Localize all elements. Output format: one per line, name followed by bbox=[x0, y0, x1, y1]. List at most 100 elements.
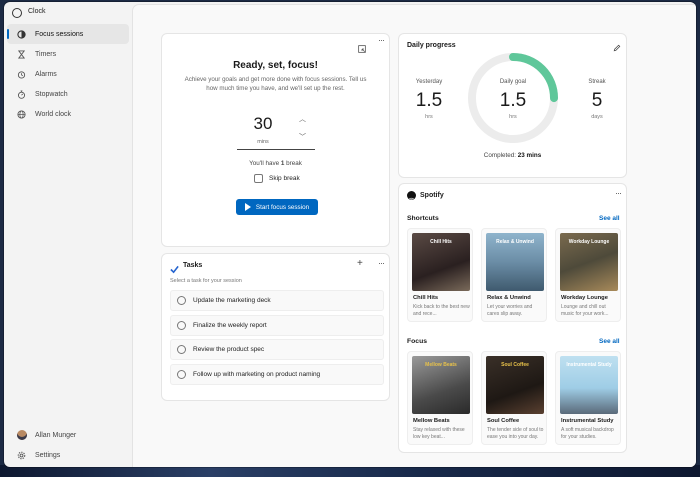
add-task-icon[interactable]: + bbox=[357, 258, 363, 269]
album-description: Stay relaxed with these low key beat... bbox=[413, 427, 465, 440]
sidebar-item-label: Settings bbox=[35, 451, 61, 459]
user-account[interactable]: Allan Munger bbox=[7, 425, 129, 445]
album-name: Workday Lounge bbox=[561, 295, 608, 301]
task-label: Review the product spec bbox=[193, 346, 265, 353]
sidebar-item-world-clock[interactable]: World clock bbox=[7, 104, 129, 124]
album-name: Relax & Unwind bbox=[487, 295, 531, 301]
album-description: Lounge and chill out music for your work… bbox=[561, 304, 609, 317]
sidebar-item-stopwatch[interactable]: Stopwatch bbox=[7, 84, 129, 104]
album-description: Kick back to the best new and rece... bbox=[413, 304, 470, 317]
yesterday-label: Yesterday bbox=[415, 79, 443, 85]
more-options-icon[interactable]: ··· bbox=[378, 258, 385, 268]
daily-progress-card: Daily progress Yesterday 1.5 hrs Daily g… bbox=[398, 33, 627, 178]
avatar bbox=[17, 430, 27, 440]
todo-check-icon bbox=[170, 261, 179, 279]
task-label: Follow up with marketing on product nami… bbox=[193, 371, 321, 378]
task-item[interactable]: Finalize the weekly report bbox=[170, 315, 384, 336]
start-focus-button[interactable]: Start focus session bbox=[236, 199, 318, 215]
album-name: Mellow Beats bbox=[413, 418, 450, 424]
sidebar-item-focus-sessions[interactable]: Focus sessions bbox=[7, 24, 129, 44]
album-art-text: Chill Hits bbox=[430, 239, 452, 245]
more-options-icon[interactable]: ··· bbox=[615, 188, 622, 198]
task-label: Finalize the weekly report bbox=[193, 322, 267, 329]
play-icon bbox=[244, 203, 251, 211]
skip-break-checkbox[interactable]: Skip break bbox=[254, 174, 300, 183]
stopwatch-icon bbox=[17, 89, 26, 99]
tasks-card: Tasks + ··· Select a task for your sessi… bbox=[161, 253, 390, 401]
spotify-icon bbox=[407, 191, 416, 202]
completed-value: 23 mins bbox=[517, 152, 542, 159]
minutes-stepper[interactable]: 30 mins ︿ ﹀ bbox=[237, 110, 315, 150]
sidebar: Focus sessions Timers Alarms Stopwatch W… bbox=[4, 24, 132, 467]
album-art: Soul Coffee bbox=[486, 356, 544, 414]
shortcuts-see-all-link[interactable]: See all bbox=[599, 215, 620, 222]
completed-label: Completed: bbox=[483, 152, 518, 159]
clock-app-icon bbox=[12, 8, 22, 18]
more-options-icon[interactable]: ··· bbox=[378, 35, 385, 45]
daily-progress-title: Daily progress bbox=[407, 42, 456, 49]
streak-unit: days bbox=[591, 114, 603, 120]
tasks-title: Tasks bbox=[183, 262, 203, 269]
album-tile[interactable]: Soul Coffee Soul Coffee The tender side … bbox=[481, 351, 547, 445]
focus-see-all-link[interactable]: See all bbox=[599, 338, 620, 345]
yesterday-unit: hrs bbox=[425, 114, 433, 120]
album-art-text: Workday Lounge bbox=[568, 239, 610, 245]
completed-time: Completed: 23 mins bbox=[399, 152, 626, 159]
chevron-down-icon[interactable]: ﹀ bbox=[299, 132, 306, 142]
sidebar-item-alarms[interactable]: Alarms bbox=[7, 64, 129, 84]
focus-session-card: ··· Ready, set, focus! Achieve your goal… bbox=[161, 33, 390, 247]
album-name: Soul Coffee bbox=[487, 418, 520, 424]
alarm-icon bbox=[17, 70, 26, 79]
task-item[interactable]: Review the product spec bbox=[170, 339, 384, 360]
task-radio[interactable] bbox=[177, 370, 186, 379]
sidebar-item-label: Focus sessions bbox=[35, 30, 84, 38]
album-tile[interactable]: Workday Lounge Workday Lounge Lounge and… bbox=[555, 228, 621, 322]
sidebar-item-timers[interactable]: Timers bbox=[7, 44, 129, 64]
daily-goal-value: 1.5 bbox=[499, 90, 527, 111]
sidebar-footer: Allan Munger Settings bbox=[7, 425, 129, 467]
sidebar-item-label: World clock bbox=[35, 110, 72, 118]
minutes-unit: mins bbox=[257, 139, 269, 145]
focus-playlists-title: Focus bbox=[407, 338, 428, 345]
album-tile[interactable]: Chill Hits Chill Hits Kick back to the b… bbox=[407, 228, 473, 322]
streak-value: 5 bbox=[591, 90, 603, 111]
focus-heading: Ready, set, focus! bbox=[233, 60, 318, 71]
album-art: Mellow Beats bbox=[412, 356, 470, 414]
task-radio[interactable] bbox=[177, 296, 186, 305]
timer-icon bbox=[17, 49, 26, 59]
album-name: Instrumental Study bbox=[561, 418, 614, 424]
user-name: Allan Munger bbox=[35, 431, 77, 439]
album-tile[interactable]: Instrumental Study Instrumental Study A … bbox=[555, 351, 621, 445]
album-art-text: Mellow Beats bbox=[425, 362, 457, 368]
album-description: The tender side of soul to ease you into… bbox=[487, 427, 544, 440]
daily-goal-label: Daily goal bbox=[499, 79, 527, 85]
sidebar-item-label: Stopwatch bbox=[35, 90, 68, 98]
globe-icon bbox=[17, 109, 26, 119]
task-item[interactable]: Update the marketing deck bbox=[170, 290, 384, 311]
edit-icon[interactable] bbox=[613, 39, 621, 57]
chevron-up-icon[interactable]: ︿ bbox=[299, 114, 306, 124]
task-item[interactable]: Follow up with marketing on product nami… bbox=[170, 364, 384, 385]
minutes-value[interactable]: 30 bbox=[237, 114, 289, 134]
streak-label: Streak bbox=[588, 79, 606, 85]
album-tile[interactable]: Relax & Unwind Relax & Unwind Let your w… bbox=[481, 228, 547, 322]
task-hint: Select a task for your session bbox=[170, 278, 242, 284]
task-radio[interactable] bbox=[177, 345, 186, 354]
app-title: Clock bbox=[28, 8, 46, 15]
task-radio[interactable] bbox=[177, 321, 186, 330]
album-name: Chill Hits bbox=[413, 295, 439, 301]
compact-view-icon[interactable] bbox=[358, 40, 366, 53]
album-tile[interactable]: Mellow Beats Mellow Beats Stay relaxed w… bbox=[407, 351, 473, 445]
sidebar-item-settings[interactable]: Settings bbox=[7, 445, 129, 465]
album-art-text: Instrumental Study bbox=[566, 362, 612, 368]
album-art-text: Soul Coffee bbox=[501, 362, 529, 368]
sidebar-item-label: Alarms bbox=[35, 70, 57, 78]
focus-icon bbox=[17, 29, 26, 39]
break-suffix: break bbox=[284, 160, 302, 167]
checkbox[interactable] bbox=[254, 174, 263, 183]
start-focus-label: Start focus session bbox=[255, 203, 310, 211]
break-info: You'll have 1 break bbox=[162, 160, 389, 167]
gear-icon bbox=[17, 451, 26, 460]
focus-subtitle: Achieve your goals and get more done wit… bbox=[184, 76, 367, 92]
album-art-text: Relax & Unwind bbox=[496, 239, 534, 245]
